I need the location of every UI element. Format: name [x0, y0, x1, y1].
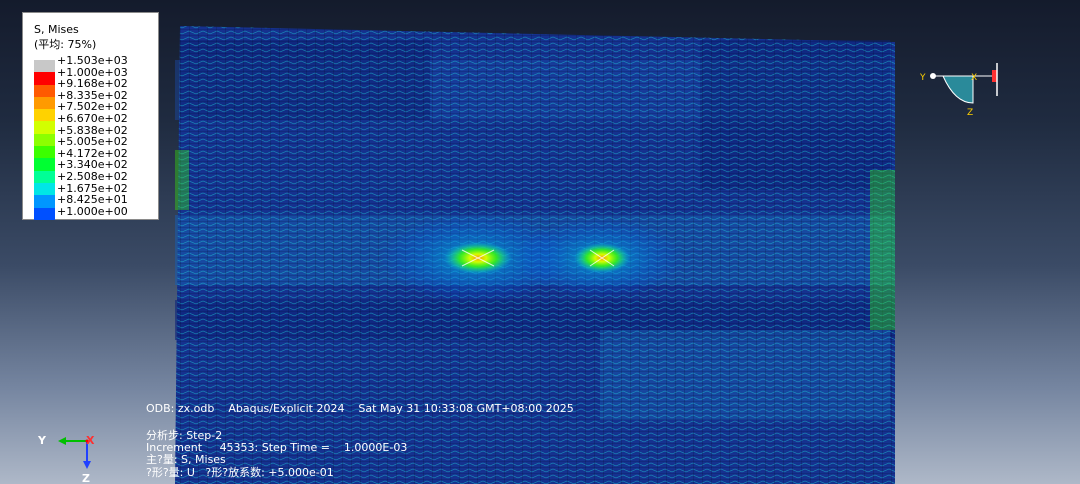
legend-color-bands — [34, 60, 55, 220]
odb-info-line: ODB: zx.odb Abaqus/Explicit 2024 Sat May… — [146, 402, 574, 415]
legend-value: +2.508e+02 — [57, 169, 128, 183]
legend-band — [34, 146, 55, 159]
legend-band — [34, 121, 55, 134]
mini-triad-y-label: Y — [919, 73, 926, 83]
legend-value: +1.503e+03 — [57, 54, 128, 67]
legend-band — [34, 72, 55, 85]
legend-band — [34, 96, 55, 110]
mini-triad-x-label: X — [971, 73, 977, 83]
fe-mesh-model — [175, 26, 895, 484]
legend-value-labels: +1.503e+03 +1.000e+03 +9.168e+02 +8.335e+02… — [57, 55, 128, 217]
legend-band — [34, 84, 55, 97]
triad-z-label: Z — [82, 472, 90, 484]
triad-y-label: Y — [37, 434, 47, 447]
legend-value: +8.425e+01 — [57, 193, 128, 207]
legend-band — [34, 109, 55, 122]
triad-x-label: X — [86, 434, 95, 447]
legend-band — [34, 195, 55, 208]
deformed-variable-line: ?形?量: U ?形?放系数: +5.000e-01 — [146, 466, 334, 479]
legend-value: +1.000e+00 — [57, 204, 128, 218]
legend-band — [34, 207, 55, 220]
mini-triad — [930, 63, 998, 104]
stress-hotspot-right — [574, 243, 630, 273]
legend-subtitle: (平均: 75%) — [34, 38, 97, 51]
legend-band — [34, 170, 55, 183]
legend-band — [34, 182, 55, 196]
legend-value: +5.005e+02 — [57, 135, 128, 149]
legend-band — [34, 133, 55, 147]
legend-band — [34, 60, 55, 73]
contour-legend: S, Mises (平均: 75%) +1.503e+03 +1.000e+03 +… — [22, 12, 159, 220]
mini-triad-z-label: Z — [967, 108, 973, 118]
legend-value: +6.670e+02 — [57, 111, 128, 125]
primary-variable-line: 主?量: S, Mises — [146, 453, 226, 466]
legend-title: S, Mises — [34, 23, 79, 36]
legend-band — [34, 158, 55, 171]
stress-hotspot-left — [444, 242, 512, 274]
